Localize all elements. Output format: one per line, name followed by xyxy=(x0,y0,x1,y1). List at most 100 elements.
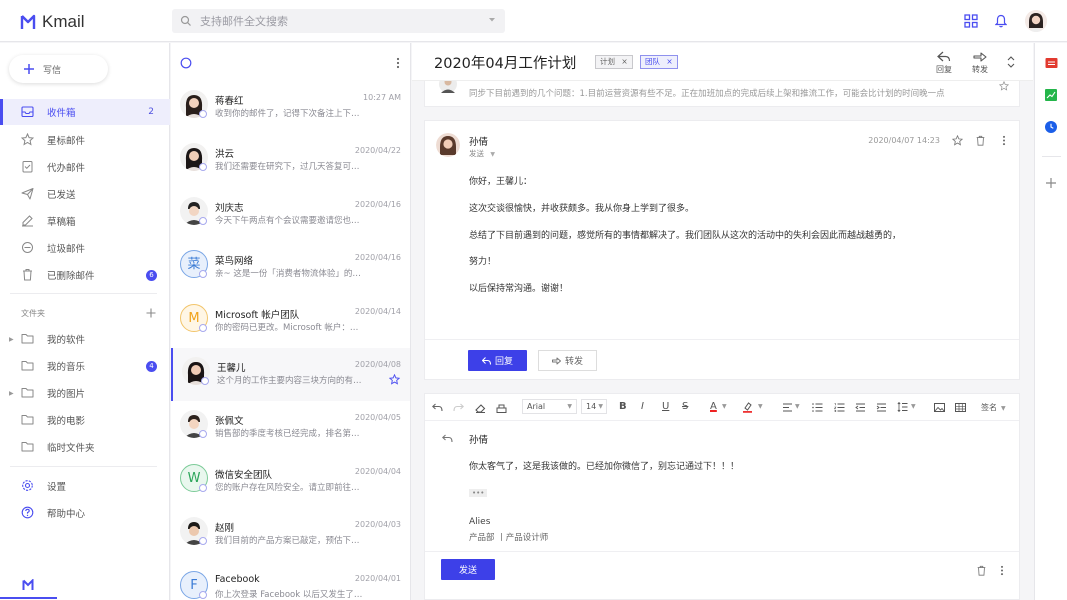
insert-table-icon[interactable] xyxy=(955,403,966,412)
sidebar-item-drafts[interactable]: 草稿箱 xyxy=(0,208,170,234)
select-checkbox[interactable] xyxy=(199,430,207,439)
clock-app-icon[interactable] xyxy=(1045,121,1057,133)
select-checkbox[interactable] xyxy=(199,270,207,279)
mail-list-item[interactable]: M Microsoft 帐户团队 2020/04/14 你的密码已更改。Microso… xyxy=(171,295,410,348)
show-trimmed-content[interactable]: ••• xyxy=(469,489,488,497)
sidebar-item-trash[interactable]: 已删除邮件 6 xyxy=(0,262,170,288)
folder-item-movies[interactable]: 我的电影 xyxy=(0,407,170,433)
compose-button[interactable]: 写信 xyxy=(9,55,108,83)
expand-arrow-icon[interactable]: ▶ xyxy=(9,336,14,343)
search-bar[interactable]: 支持邮件全文搜索 xyxy=(172,9,505,33)
send-button[interactable]: 发送 xyxy=(441,559,495,580)
line-height-icon[interactable] xyxy=(897,402,908,412)
mail-list-item[interactable]: 王馨儿 2020/04/08 这个月的工作主要内容三块方向的有些改变 xyxy=(171,348,410,401)
select-all-checkbox-icon[interactable] xyxy=(180,57,192,69)
sent-label[interactable]: 发送 ▼ xyxy=(469,148,495,159)
sidebar-item-settings[interactable]: 设置 xyxy=(0,473,170,499)
header-forward-button[interactable]: 转发 xyxy=(965,51,995,75)
collapsed-previous-message[interactable]: 同步下目前遇到的几个问题：1.目前运营资源有些不足。正在加班加点的完成后续上架和… xyxy=(424,81,1020,107)
folder-item-temp[interactable]: 临时文件夹 xyxy=(0,434,170,460)
numbered-list-icon[interactable] xyxy=(834,403,845,412)
folder-item-music[interactable]: 我的音乐 4 xyxy=(0,353,170,379)
add-folder-icon[interactable] xyxy=(146,308,156,318)
bulleted-list-icon[interactable] xyxy=(812,403,823,412)
sender-avatar[interactable] xyxy=(436,133,460,157)
select-checkbox[interactable] xyxy=(199,323,207,332)
discard-draft-icon[interactable] xyxy=(976,565,987,576)
mail-list-item[interactable]: 蒋春红 10:27 AM 收到你的邮件了，记得下次备注上下订单号。 xyxy=(171,81,410,134)
sidebar-item-sent[interactable]: 已发送 xyxy=(0,181,170,207)
mail-list-item[interactable]: 菜菜鸟网络2020/04/16亲~ 这是一份「消费者物流体验」的调查问卷 xyxy=(171,241,410,294)
apps-grid-icon[interactable] xyxy=(964,14,978,28)
sidebar-item-spam[interactable]: 垃圾邮件 xyxy=(0,235,170,261)
starred-icon[interactable] xyxy=(389,374,400,385)
mail-list-item[interactable]: W 微信安全团队 2020/04/04 您的账户存在风险安全。请立即前往处理 xyxy=(171,455,410,508)
format-painter-icon[interactable] xyxy=(496,403,507,413)
stats-app-icon[interactable] xyxy=(1045,89,1057,101)
select-checkbox[interactable] xyxy=(199,110,207,118)
search-input[interactable]: 支持邮件全文搜索 xyxy=(200,13,288,29)
star-outline-icon[interactable] xyxy=(952,135,963,146)
tag-plan[interactable]: 计划 × xyxy=(595,55,633,69)
reply-button[interactable]: 回复 xyxy=(468,350,527,371)
header-reply-button[interactable]: 回复 xyxy=(929,51,959,75)
mail-list-item[interactable]: 赵刚 2020/04/03 我们目前的产品方案已敲定，预估下周可以 xyxy=(171,508,410,561)
sender-name[interactable]: 孙倩 xyxy=(469,134,488,148)
insert-image-icon[interactable] xyxy=(934,403,945,412)
undo-icon[interactable] xyxy=(432,403,443,412)
align-dropdown-icon[interactable]: ▼ xyxy=(795,403,800,410)
font-color-dropdown-icon[interactable]: ▼ xyxy=(722,403,727,410)
select-checkbox[interactable] xyxy=(199,537,207,546)
folder-item-software[interactable]: ▶ 我的软件 xyxy=(0,326,170,352)
prev-next-arrows-icon[interactable] xyxy=(1007,55,1015,69)
mail-list-item[interactable]: 刘庆志 2020/04/16 今天下午两点有个会议需要邀请您也参加。 xyxy=(171,188,410,241)
more-options-icon[interactable] xyxy=(1000,565,1004,576)
forward-button[interactable]: 转发 xyxy=(538,350,597,371)
more-options-icon[interactable] xyxy=(1002,135,1006,146)
signature-select[interactable]: 签名 ▼ xyxy=(981,402,1006,413)
select-checkbox[interactable] xyxy=(201,377,209,385)
app-logo[interactable]: Kmail xyxy=(20,12,85,32)
sidebar-item-inbox[interactable]: 收件箱 2 xyxy=(0,99,170,125)
notification-bell-icon[interactable] xyxy=(995,14,1007,28)
select-checkbox[interactable] xyxy=(199,590,207,599)
underline-icon[interactable]: U xyxy=(662,401,669,412)
outdent-icon[interactable] xyxy=(855,403,866,412)
bold-icon[interactable]: B xyxy=(619,401,627,412)
font-family-select[interactable]: Arial ▼ xyxy=(522,399,577,414)
highlight-icon[interactable] xyxy=(742,401,753,413)
select-checkbox[interactable] xyxy=(199,483,207,492)
eraser-icon[interactable] xyxy=(475,403,486,413)
italic-icon[interactable]: I xyxy=(641,401,644,412)
user-avatar[interactable] xyxy=(1025,10,1047,32)
sidebar-item-starred[interactable]: 星标邮件 xyxy=(0,127,170,153)
font-color-icon[interactable]: A xyxy=(710,401,717,412)
indent-icon[interactable] xyxy=(876,403,887,412)
star-outline-icon[interactable] xyxy=(999,81,1009,91)
calendar-app-icon[interactable] xyxy=(1045,57,1058,69)
redo-icon[interactable] xyxy=(453,403,464,412)
mail-list-item[interactable]: 洪云 2020/04/22 我们还需要在研究下，过几天答复可以吗？ xyxy=(171,134,410,187)
folder-item-pictures[interactable]: ▶ 我的图片 xyxy=(0,380,170,406)
align-left-icon[interactable] xyxy=(782,403,793,412)
remove-tag-icon[interactable]: × xyxy=(621,57,627,66)
select-checkbox[interactable] xyxy=(199,163,207,172)
delete-icon[interactable] xyxy=(975,135,986,146)
remove-tag-icon[interactable]: × xyxy=(666,57,672,66)
highlight-dropdown-icon[interactable]: ▼ xyxy=(758,403,763,410)
strikethrough-icon[interactable]: S xyxy=(682,401,688,412)
search-options-icon[interactable] xyxy=(488,17,496,23)
tag-team[interactable]: 团队 × xyxy=(640,55,678,69)
sidebar-item-todo[interactable]: 代办邮件 xyxy=(0,154,170,180)
expand-arrow-icon[interactable]: ▶ xyxy=(9,390,14,397)
reply-body[interactable]: 你太客气了，这是我该做的。已经加你微信了，别忘记通过下！！！ xyxy=(469,459,739,472)
line-height-dropdown-icon[interactable]: ▼ xyxy=(911,403,916,410)
add-app-icon[interactable] xyxy=(1045,177,1057,189)
recipient-name[interactable]: 孙倩 xyxy=(469,432,488,446)
more-options-icon[interactable] xyxy=(396,57,400,69)
select-checkbox[interactable] xyxy=(199,216,207,225)
font-size-select[interactable]: 14 ▼ xyxy=(581,399,607,414)
sidebar-item-help[interactable]: 帮助中心 xyxy=(0,500,170,526)
mail-list-item[interactable]: 张佩文 2020/04/05 销售部的季度考核已经完成，排名第一的是 xyxy=(171,401,410,454)
mail-list-item[interactable]: F Facebook 2020/04/01 你上次登录 Facebook 以后又发生了… xyxy=(171,562,410,600)
